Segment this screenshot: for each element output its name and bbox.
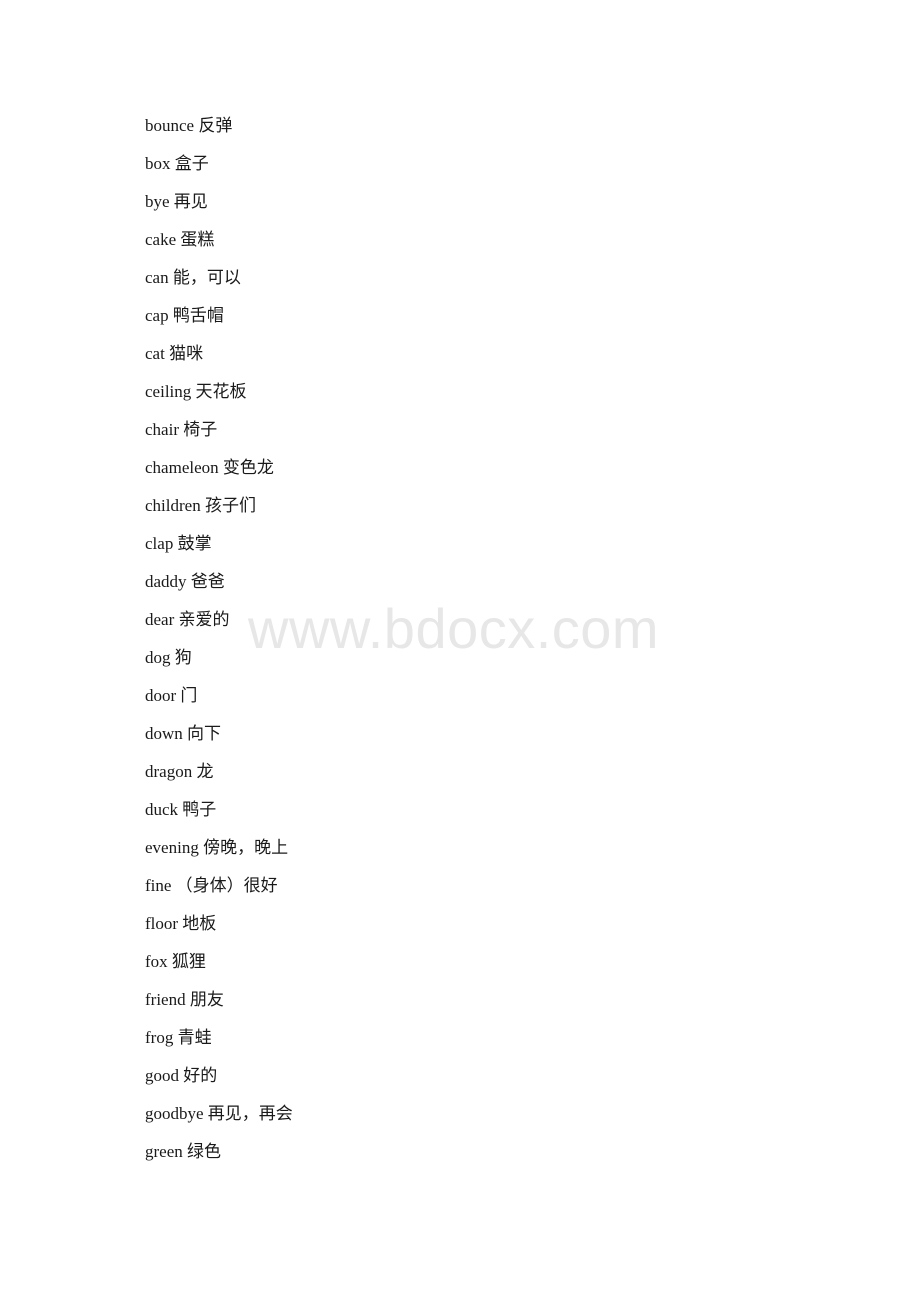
vocabulary-entry: cake 蛋糕 xyxy=(145,230,215,249)
vocabulary-entry: dragon 龙 xyxy=(145,762,214,781)
vocabulary-entry: door 门 xyxy=(145,686,198,705)
vocabulary-entry: chameleon 变色龙 xyxy=(145,458,274,477)
vocabulary-entry: cat 猫咪 xyxy=(145,344,204,363)
vocabulary-entry: dear 亲爱的 xyxy=(145,610,230,629)
vocabulary-entry: children 孩子们 xyxy=(145,496,256,515)
vocabulary-entry: daddy 爸爸 xyxy=(145,572,225,591)
vocabulary-entry: green 绿色 xyxy=(145,1142,222,1161)
vocabulary-entry: good 好的 xyxy=(145,1066,218,1085)
vocabulary-entry: fine （身体）很好 xyxy=(145,876,278,895)
vocabulary-entry: fox 狐狸 xyxy=(145,952,206,971)
vocabulary-entry: bounce 反弹 xyxy=(145,116,233,135)
vocabulary-entry: ceiling 天花板 xyxy=(145,382,247,401)
vocabulary-list: bounce 反弹 box 盒子 bye 再见 cake 蛋糕 can 能，可以 cap … xyxy=(145,107,845,1171)
vocabulary-entry: can 能，可以 xyxy=(145,268,241,287)
vocabulary-entry: bye 再见 xyxy=(145,192,208,211)
vocabulary-entry: cap 鸭舌帽 xyxy=(145,306,224,325)
vocabulary-entry: box 盒子 xyxy=(145,154,209,173)
vocabulary-entry: frog 青蛙 xyxy=(145,1028,212,1047)
vocabulary-entry: duck 鸭子 xyxy=(145,800,217,819)
vocabulary-entry: friend 朋友 xyxy=(145,990,224,1009)
vocabulary-entry: down 向下 xyxy=(145,724,222,743)
vocabulary-entry: goodbye 再见，再会 xyxy=(145,1104,293,1123)
vocabulary-entry: clap 鼓掌 xyxy=(145,534,212,553)
vocabulary-entry: evening 傍晚，晚上 xyxy=(145,838,289,857)
vocabulary-entry: dog 狗 xyxy=(145,648,192,667)
document-page: www.bdocx.com bounce 反弹 box 盒子 bye 再见 cake … xyxy=(0,0,920,1302)
vocabulary-entry: chair 椅子 xyxy=(145,420,218,439)
vocabulary-entry: floor 地板 xyxy=(145,914,217,933)
